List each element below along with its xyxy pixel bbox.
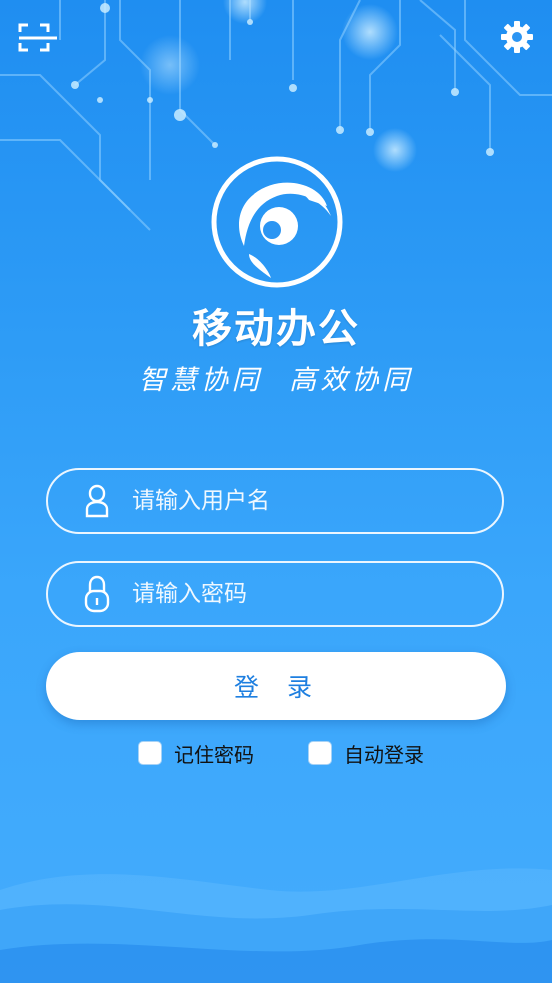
scan-button[interactable]: [18, 18, 58, 58]
app-logo-icon: [211, 156, 343, 288]
username-field[interactable]: [46, 468, 504, 534]
app-slogan: 智慧协同 高效协同: [138, 365, 414, 396]
auto-login-label: 自动登录: [344, 742, 424, 767]
username-input[interactable]: [132, 481, 502, 521]
app-title: 移动办公: [192, 306, 360, 352]
gear-icon: [501, 21, 533, 53]
remember-password-label: 记住密码: [174, 742, 254, 767]
login-button[interactable]: 登 录: [46, 652, 506, 720]
remember-password-checkbox[interactable]: [138, 741, 162, 765]
settings-button[interactable]: [497, 17, 537, 57]
auto-login-option[interactable]: 自动登录: [308, 738, 424, 768]
lock-icon: [82, 574, 112, 614]
remember-password-option[interactable]: 记住密码: [138, 738, 254, 768]
password-field[interactable]: [46, 561, 504, 627]
auto-login-checkbox[interactable]: [308, 741, 332, 765]
user-icon: [82, 481, 112, 521]
scan-icon: [18, 23, 57, 52]
password-input[interactable]: [132, 574, 502, 614]
